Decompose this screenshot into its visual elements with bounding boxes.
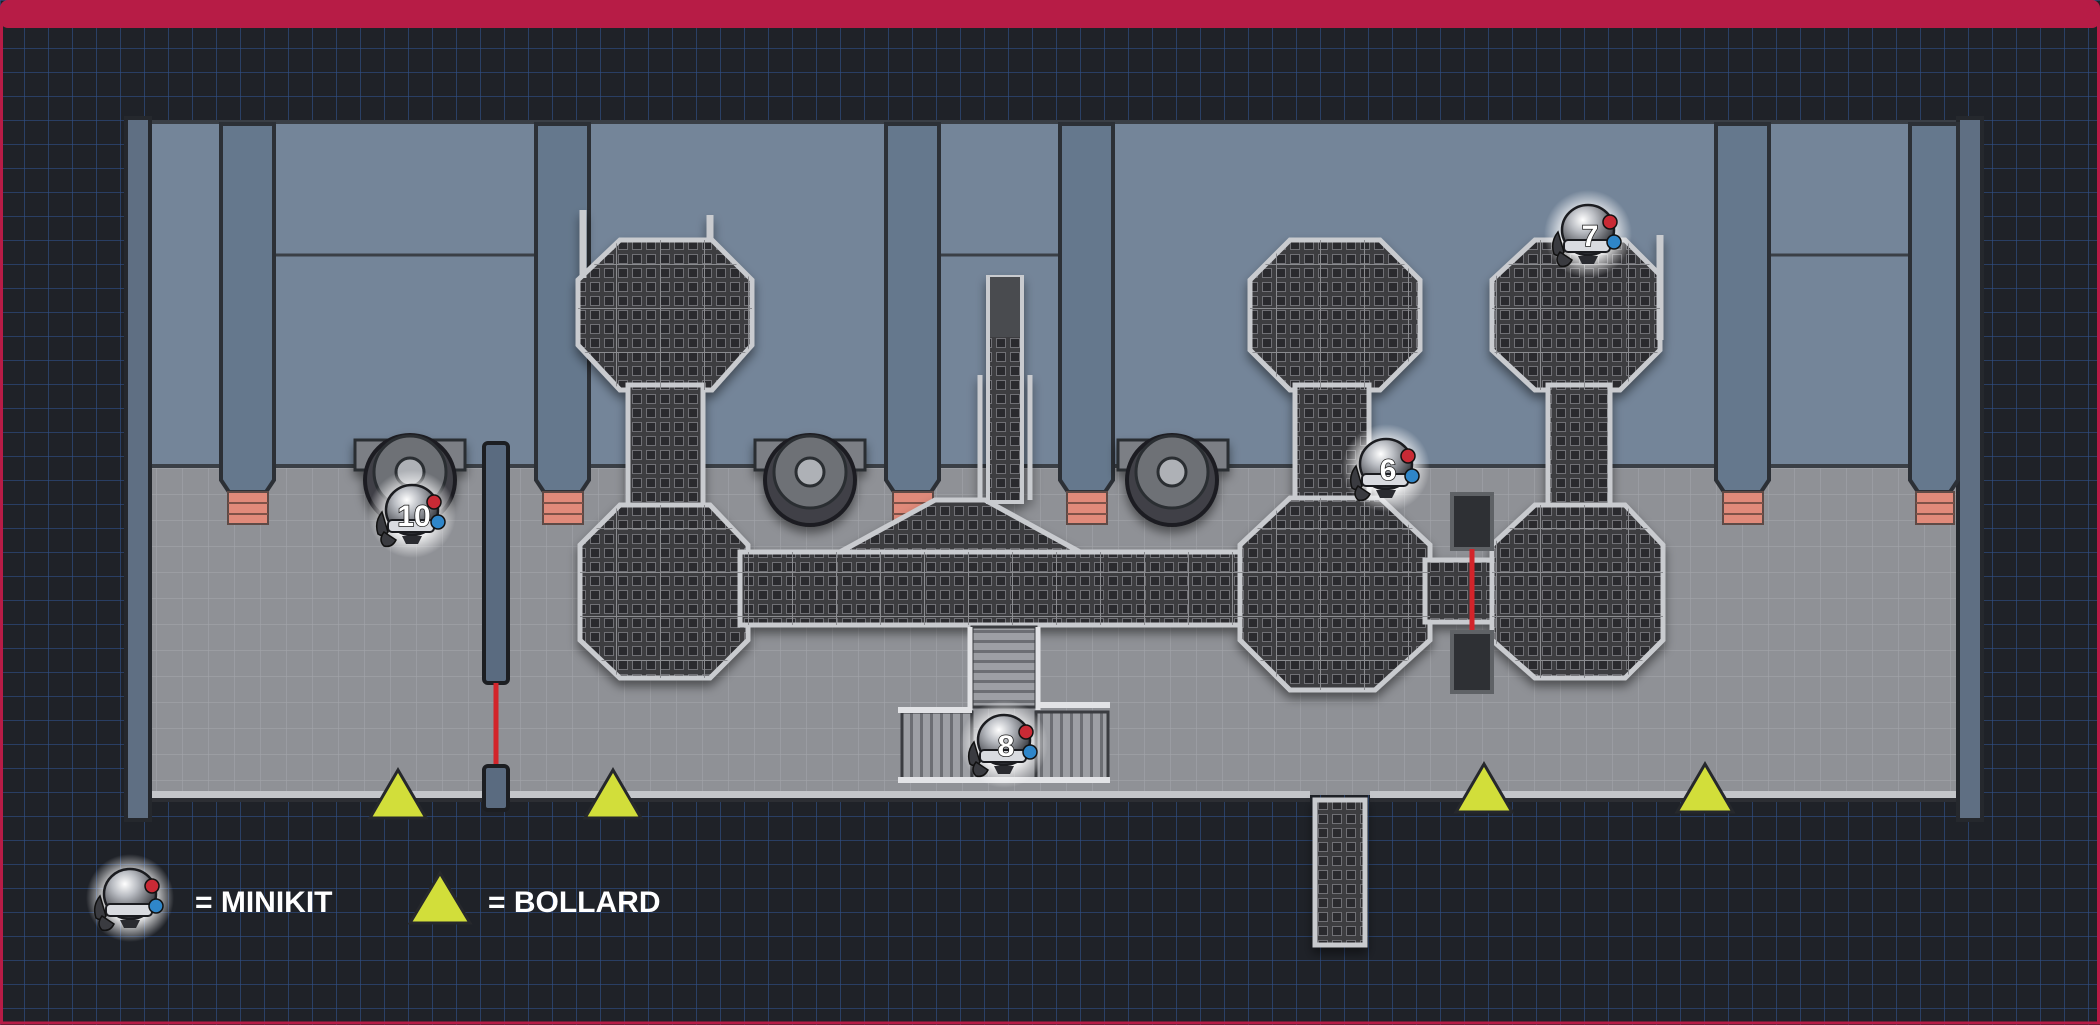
legend-bollard-label: = BOLLARD [488,886,661,919]
pillar [884,122,941,525]
pillar [1058,122,1115,525]
minikit-number: 10 [397,500,430,533]
pillar [1714,122,1771,525]
level-map: 10 8 6 7 = MINIKIT = BOLLARD [0,0,2100,1025]
back-wall [138,120,1962,469]
pillar [1908,122,1960,525]
frame-top-bar [0,0,2100,28]
minikit-marker[interactable]: 8 [958,698,1050,790]
minikit-number: 8 [998,730,1015,763]
exit-corridor [1312,797,1368,948]
minikit-marker[interactable]: 10 [366,468,458,560]
minikit-icon [84,852,176,944]
minikit-number: 7 [1582,220,1599,253]
minikit-number: 6 [1380,454,1397,487]
right-wall [1956,116,1984,822]
left-wall [124,116,152,822]
legend-minikit-label: = MINIKIT [195,886,333,919]
pillar [219,122,276,525]
legend-minikit-icon [84,852,176,944]
minikit-marker[interactable]: 6 [1340,422,1432,514]
stairs-center [970,625,1038,709]
minikit-marker[interactable]: 7 [1542,188,1634,280]
